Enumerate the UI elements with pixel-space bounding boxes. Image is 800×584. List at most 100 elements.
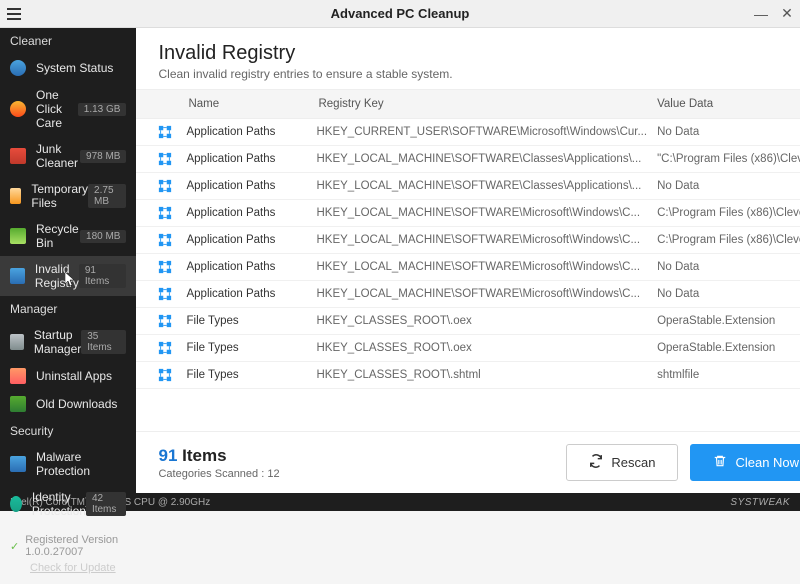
cell-value: OperaStable.Extension xyxy=(657,342,800,354)
trash-icon xyxy=(713,454,727,471)
cell-name: Application Paths xyxy=(186,288,316,300)
cell-value: OperaStable.Extension xyxy=(657,315,800,327)
registry-icon xyxy=(10,268,25,284)
refresh-icon xyxy=(589,454,603,471)
main-content: Invalid Registry Clean invalid registry … xyxy=(136,28,800,493)
rescan-label: Rescan xyxy=(611,455,655,470)
registry-row-icon xyxy=(158,341,172,355)
table-body[interactable]: Application PathsHKEY_CURRENT_USER\SOFTW… xyxy=(136,119,800,431)
cell-value: C:\Program Files (x86)\CleverFil... xyxy=(657,234,800,246)
brand-label: SYSTWEAK xyxy=(730,497,790,508)
sidebar-item-temp[interactable]: Temporary Files 2.75 MB xyxy=(0,176,136,216)
registry-row-icon xyxy=(158,125,172,139)
item-count: 91 xyxy=(158,446,177,465)
sidebar-item-uninstall[interactable]: Uninstall Apps xyxy=(0,362,136,390)
page-title: Invalid Registry xyxy=(158,42,800,65)
registry-row-icon xyxy=(158,368,172,382)
cell-name: Application Paths xyxy=(186,207,316,219)
sidebar-item-downloads[interactable]: Old Downloads xyxy=(0,390,136,418)
window-title: Advanced PC Cleanup xyxy=(331,6,470,21)
cell-name: Application Paths xyxy=(186,234,316,246)
registry-row-icon xyxy=(158,260,172,274)
sidebar-badge: 35 Items xyxy=(81,330,126,354)
sidebar-badge: 2.75 MB xyxy=(88,184,126,208)
identity-icon xyxy=(10,496,22,512)
sidebar: Cleaner System Status One Click Care 1.1… xyxy=(0,28,136,493)
sidebar-item-label: Startup Manager xyxy=(34,328,81,356)
table-row[interactable]: File TypesHKEY_CLASSES_ROOT\.oexOperaSta… xyxy=(136,308,800,335)
downloads-icon xyxy=(10,396,26,412)
cell-key: HKEY_LOCAL_MACHINE\SOFTWARE\Classes\Appl… xyxy=(316,153,657,165)
main-header: Invalid Registry Clean invalid registry … xyxy=(136,28,800,89)
table-row[interactable]: File TypesHKEY_CLASSES_ROOT\.shtmlshtmlf… xyxy=(136,362,800,389)
sidebar-badge: 1.13 GB xyxy=(78,103,127,116)
sidebar-item-one-click[interactable]: One Click Care 1.13 GB xyxy=(0,82,136,136)
titlebar: Advanced PC Cleanup — ✕ xyxy=(0,0,800,28)
sidebar-item-label: Junk Cleaner xyxy=(36,142,80,170)
registry-row-icon xyxy=(158,206,172,220)
count-block: 91 Items Categories Scanned : 12 xyxy=(158,446,279,480)
registry-row-icon xyxy=(158,287,172,301)
table-row[interactable]: Application PathsHKEY_LOCAL_MACHINE\SOFT… xyxy=(136,173,800,200)
cell-value: C:\Program Files (x86)\CleverFil... xyxy=(657,207,800,219)
sidebar-item-label: System Status xyxy=(36,61,126,75)
table-row[interactable]: Application PathsHKEY_CURRENT_USER\SOFTW… xyxy=(136,119,800,146)
cell-name: File Types xyxy=(186,369,316,381)
main-footer: 91 Items Categories Scanned : 12 Rescan … xyxy=(136,431,800,493)
sidebar-footer: ✓ Registered Version 1.0.0.27007 Check f… xyxy=(0,524,136,584)
table-header: Name Registry Key Value Data xyxy=(136,89,800,119)
cell-key: HKEY_LOCAL_MACHINE\SOFTWARE\Microsoft\Wi… xyxy=(316,234,657,246)
cell-name: File Types xyxy=(186,315,316,327)
oneclick-icon xyxy=(10,101,26,117)
cell-name: Application Paths xyxy=(186,180,316,192)
cell-key: HKEY_CLASSES_ROOT\.oex xyxy=(316,342,657,354)
cell-key: HKEY_LOCAL_MACHINE\SOFTWARE\Classes\Appl… xyxy=(316,180,657,192)
cell-value: shtmlfile xyxy=(657,369,800,381)
sidebar-item-recycle[interactable]: Recycle Bin 180 MB xyxy=(0,216,136,256)
sidebar-badge: 978 MB xyxy=(80,150,126,163)
temp-icon xyxy=(10,188,21,204)
cell-name: Application Paths xyxy=(186,126,316,138)
sidebar-item-startup[interactable]: Startup Manager 35 Items xyxy=(0,322,136,362)
col-key: Registry Key xyxy=(318,98,657,110)
menu-icon[interactable] xyxy=(0,8,28,20)
status-icon xyxy=(10,60,26,76)
clean-now-button[interactable]: Clean Now xyxy=(690,444,800,481)
minimize-button[interactable]: — xyxy=(748,0,774,28)
page-subtitle: Clean invalid registry entries to ensure… xyxy=(158,67,800,81)
table-row[interactable]: Application PathsHKEY_LOCAL_MACHINE\SOFT… xyxy=(136,227,800,254)
sidebar-item-identity[interactable]: Identity Protection 42 Items xyxy=(0,484,136,524)
cell-value: "C:\Program Files (x86)\CleverFil... xyxy=(657,153,800,165)
rescan-button[interactable]: Rescan xyxy=(566,444,678,481)
section-cleaner: Cleaner xyxy=(0,28,136,54)
sidebar-item-malware[interactable]: Malware Protection xyxy=(0,444,136,484)
sidebar-item-label: Temporary Files xyxy=(31,182,88,210)
table-row[interactable]: Application PathsHKEY_LOCAL_MACHINE\SOFT… xyxy=(136,200,800,227)
check-update-link[interactable]: Check for Update xyxy=(30,562,116,574)
cell-key: HKEY_LOCAL_MACHINE\SOFTWARE\Microsoft\Wi… xyxy=(316,288,657,300)
table-row[interactable]: Application PathsHKEY_LOCAL_MACHINE\SOFT… xyxy=(136,146,800,173)
table-row[interactable]: File TypesHKEY_CLASSES_ROOT\.oexOperaSta… xyxy=(136,335,800,362)
close-button[interactable]: ✕ xyxy=(774,0,800,28)
cursor-icon xyxy=(65,272,77,291)
section-security: Security xyxy=(0,418,136,444)
startup-icon xyxy=(10,334,24,350)
sidebar-item-registry[interactable]: Invalid Registry 91 Items xyxy=(0,256,136,296)
col-value: Value Data xyxy=(657,98,800,110)
recycle-icon xyxy=(10,228,26,244)
sidebar-item-label: Malware Protection xyxy=(36,450,126,478)
cell-key: HKEY_CURRENT_USER\SOFTWARE\Microsoft\Win… xyxy=(316,126,657,138)
item-count-label: Items xyxy=(182,446,226,465)
sidebar-item-label: Old Downloads xyxy=(36,397,126,411)
sidebar-item-label: One Click Care xyxy=(36,88,78,130)
cell-value: No Data xyxy=(657,261,800,273)
sidebar-item-system-status[interactable]: System Status xyxy=(0,54,136,82)
cell-name: File Types xyxy=(186,342,316,354)
sidebar-item-junk[interactable]: Junk Cleaner 978 MB xyxy=(0,136,136,176)
cell-value: No Data xyxy=(657,126,800,138)
table-row[interactable]: Application PathsHKEY_LOCAL_MACHINE\SOFT… xyxy=(136,254,800,281)
cell-name: Application Paths xyxy=(186,261,316,273)
registry-row-icon xyxy=(158,179,172,193)
sidebar-item-label: Recycle Bin xyxy=(36,222,80,250)
table-row[interactable]: Application PathsHKEY_LOCAL_MACHINE\SOFT… xyxy=(136,281,800,308)
